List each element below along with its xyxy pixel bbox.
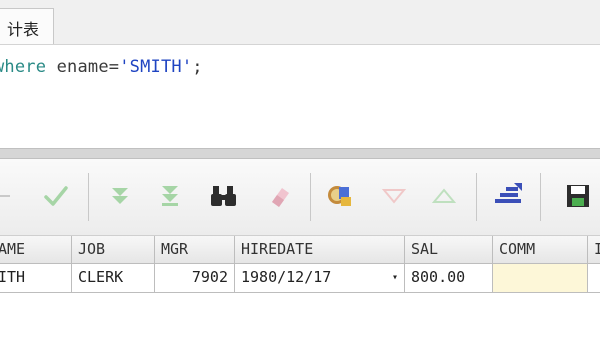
column-header-mgr[interactable]: MGR bbox=[155, 236, 235, 264]
query-button[interactable] bbox=[322, 181, 358, 215]
fetch-next-button[interactable] bbox=[102, 181, 138, 215]
query-by-example-icon bbox=[325, 181, 355, 215]
toolbar-separator bbox=[88, 173, 89, 221]
table-row[interactable]: ITH CLERK 7902 1980/12/17 ▾ 800.00 bbox=[0, 264, 600, 293]
cell-hiredate[interactable]: 1980/12/17 ▾ bbox=[235, 264, 405, 293]
eraser-icon bbox=[266, 182, 294, 214]
double-down-end-icon bbox=[156, 182, 184, 214]
binoculars-icon bbox=[209, 182, 239, 214]
grid-header-row: AME JOB MGR HIREDATE SAL COMM I bbox=[0, 236, 600, 264]
toolbar-separator bbox=[476, 173, 477, 221]
cell-comm[interactable] bbox=[493, 264, 588, 293]
post-button[interactable] bbox=[38, 181, 74, 215]
triangle-up-icon bbox=[430, 186, 458, 210]
editor-tab-label: 计表 bbox=[7, 20, 40, 39]
minus-button[interactable] bbox=[0, 181, 22, 215]
export-icon bbox=[492, 181, 524, 215]
cell-mgr[interactable]: 7902 bbox=[155, 264, 235, 293]
sql-editor[interactable]: where ename='SMITH'; bbox=[0, 45, 600, 148]
editor-tab-strip: 计表 bbox=[0, 0, 600, 45]
toolbar-separator bbox=[540, 173, 541, 221]
sort-desc-button[interactable] bbox=[376, 181, 412, 215]
checkmark-icon bbox=[42, 182, 70, 214]
editor-tab[interactable]: 计表 bbox=[0, 8, 54, 44]
cell-job[interactable]: CLERK bbox=[72, 264, 155, 293]
result-grid: AME JOB MGR HIREDATE SAL COMM I ITH CLER… bbox=[0, 236, 600, 294]
cell-sal[interactable]: 800.00 bbox=[405, 264, 493, 293]
column-header-ename[interactable]: AME bbox=[0, 236, 72, 264]
sort-asc-button[interactable] bbox=[426, 181, 462, 215]
triangle-down-icon bbox=[380, 186, 408, 210]
column-header-sal[interactable]: SAL bbox=[405, 236, 493, 264]
grid-empty-area bbox=[0, 294, 600, 360]
cell-next[interactable] bbox=[588, 264, 600, 293]
floppy-disk-icon bbox=[564, 182, 592, 214]
export-button[interactable] bbox=[490, 181, 526, 215]
sql-line: where ename='SMITH'; bbox=[0, 57, 203, 77]
save-button[interactable] bbox=[560, 181, 596, 215]
column-header-hiredate[interactable]: HIREDATE bbox=[235, 236, 405, 264]
hiredate-value: 1980/12/17 bbox=[241, 268, 332, 286]
column-header-next[interactable]: I bbox=[588, 236, 600, 264]
chevron-down-icon[interactable]: ▾ bbox=[392, 264, 398, 291]
sql-string-literal: 'SMITH' bbox=[119, 57, 193, 77]
find-button[interactable] bbox=[206, 181, 242, 215]
minus-icon bbox=[0, 184, 16, 212]
grid-toolbar bbox=[0, 159, 600, 236]
pane-splitter[interactable] bbox=[0, 148, 600, 159]
sql-keyword-where: where bbox=[0, 57, 47, 77]
double-down-icon bbox=[106, 182, 134, 214]
cell-ename[interactable]: ITH bbox=[0, 264, 72, 293]
sql-terminator: ; bbox=[192, 57, 203, 77]
sql-identifier: ename= bbox=[46, 57, 120, 77]
column-header-job[interactable]: JOB bbox=[72, 236, 155, 264]
toolbar-separator bbox=[310, 173, 311, 221]
column-header-comm[interactable]: COMM bbox=[493, 236, 588, 264]
fetch-last-button[interactable] bbox=[152, 181, 188, 215]
clear-button[interactable] bbox=[262, 181, 298, 215]
